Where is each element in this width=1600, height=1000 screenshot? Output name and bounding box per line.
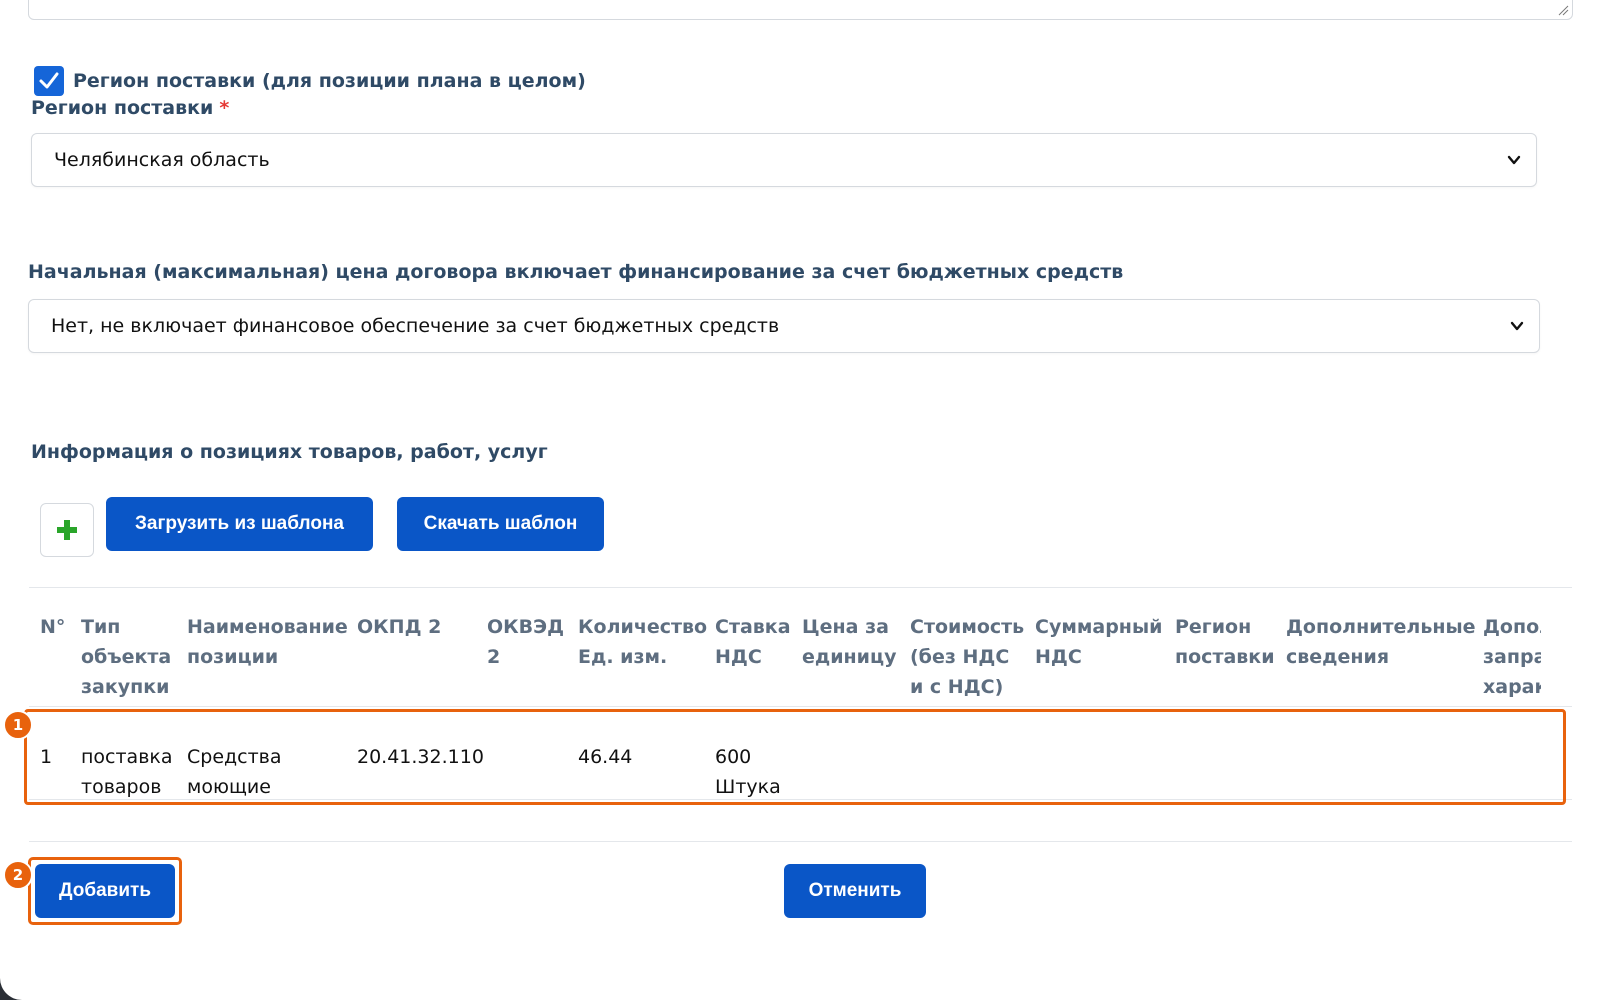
column-header-line: Регион bbox=[1175, 616, 1252, 638]
positions-section-title: Информация о позициях товаров, работ, ус… bbox=[31, 441, 548, 463]
delivery-region-label-text: Регион поставки bbox=[31, 97, 214, 119]
column-header-vat-rate: Ставка НДС bbox=[715, 612, 791, 672]
required-mark: * bbox=[219, 97, 230, 119]
column-header-line: N° bbox=[40, 616, 66, 638]
column-header-type: Тип объекта закупки bbox=[81, 612, 171, 702]
column-header-cost: Стоимость (без НДС и с НДС) bbox=[910, 612, 1024, 702]
cancel-button[interactable]: Отменить bbox=[784, 864, 926, 918]
column-header-line: Суммарный bbox=[1035, 616, 1163, 638]
table-header-divider bbox=[29, 706, 1572, 707]
chevron-down-icon bbox=[1507, 155, 1521, 165]
column-header-line: Дополнительные bbox=[1286, 616, 1476, 638]
window-corner bbox=[0, 978, 22, 1000]
plus-icon bbox=[57, 520, 77, 540]
column-header-line: Количество bbox=[578, 616, 708, 638]
column-header-line: 2 bbox=[487, 646, 501, 668]
column-header-line: объекта bbox=[81, 646, 172, 668]
column-header-line: закупки bbox=[81, 676, 170, 698]
chevron-down-icon bbox=[1510, 321, 1524, 331]
column-header-additional-info: Дополнительные сведения bbox=[1286, 612, 1476, 672]
delivery-region-checkbox[interactable] bbox=[34, 66, 64, 96]
column-header-line: позиции bbox=[187, 646, 279, 668]
row-highlight-frame bbox=[24, 709, 1566, 805]
column-header-line: единицу bbox=[802, 646, 897, 668]
delivery-region-select[interactable]: Челябинская область bbox=[31, 133, 1537, 187]
annotation-badge-1: 1 bbox=[3, 710, 33, 740]
budget-funding-select[interactable]: Нет, не включает финансовое обеспечение … bbox=[28, 299, 1540, 353]
delivery-region-selected-value: Челябинская область bbox=[54, 149, 270, 171]
column-header-line: Допол bbox=[1483, 616, 1541, 638]
column-header-unit-price: Цена за единицу bbox=[802, 612, 896, 672]
budget-funding-selected-value: Нет, не включает финансовое обеспечение … bbox=[51, 315, 780, 337]
column-header-line: ОКПД 2 bbox=[357, 616, 442, 638]
load-from-template-button[interactable]: Загрузить из шаблона bbox=[106, 497, 373, 551]
delivery-region-label: Регион поставки * bbox=[31, 97, 229, 119]
column-header-line: Ставка bbox=[715, 616, 791, 638]
form-page: Регион поставки (для позиции плана в цел… bbox=[0, 0, 1600, 1000]
column-header-quantity: Количество Ед. изм. bbox=[578, 612, 707, 672]
footer-divider bbox=[29, 841, 1572, 842]
column-header-line: запра bbox=[1483, 646, 1541, 668]
delivery-region-checkbox-row: Регион поставки (для позиции плана в цел… bbox=[34, 66, 586, 96]
column-header-name: Наименование позиции bbox=[187, 612, 348, 672]
column-header-number: N° bbox=[40, 612, 65, 642]
column-header-line: НДС bbox=[715, 646, 762, 668]
description-textarea[interactable] bbox=[28, 0, 1573, 20]
divider bbox=[29, 587, 1572, 588]
column-header-okpd2: ОКПД 2 bbox=[357, 612, 441, 642]
column-header-line: ОКВЭД bbox=[487, 616, 565, 638]
column-header-region: Регион поставки bbox=[1175, 612, 1275, 672]
column-header-line: сведения bbox=[1286, 646, 1390, 668]
add-button[interactable]: Добавить bbox=[35, 864, 175, 918]
column-header-line: и с НДС) bbox=[910, 676, 1004, 698]
column-header-line: харак bbox=[1483, 676, 1541, 698]
column-header-line: поставки bbox=[1175, 646, 1275, 668]
column-header-line: Наименование bbox=[187, 616, 348, 638]
column-header-line: Тип bbox=[81, 616, 121, 638]
column-header-line: Цена за bbox=[802, 616, 889, 638]
column-header-additional-characteristics: Допол запра харак bbox=[1483, 612, 1541, 702]
column-header-line: Ед. изм. bbox=[578, 646, 668, 668]
annotation-badge-2: 2 bbox=[3, 860, 33, 890]
column-header-total-vat: Суммарный НДС bbox=[1035, 612, 1162, 672]
add-position-button[interactable] bbox=[40, 503, 94, 557]
delivery-region-checkbox-label[interactable]: Регион поставки (для позиции плана в цел… bbox=[73, 70, 586, 92]
column-header-line: НДС bbox=[1035, 646, 1082, 668]
column-header-okved2: ОКВЭД 2 bbox=[487, 612, 564, 672]
download-template-button[interactable]: Скачать шаблон bbox=[397, 497, 604, 551]
resize-grip-icon[interactable] bbox=[1557, 4, 1569, 16]
budget-funding-label: Начальная (максимальная) цена договора в… bbox=[28, 261, 1124, 283]
column-header-line: Стоимость bbox=[910, 616, 1025, 638]
column-header-line: (без НДС bbox=[910, 646, 1010, 668]
checkmark-icon bbox=[39, 72, 59, 89]
